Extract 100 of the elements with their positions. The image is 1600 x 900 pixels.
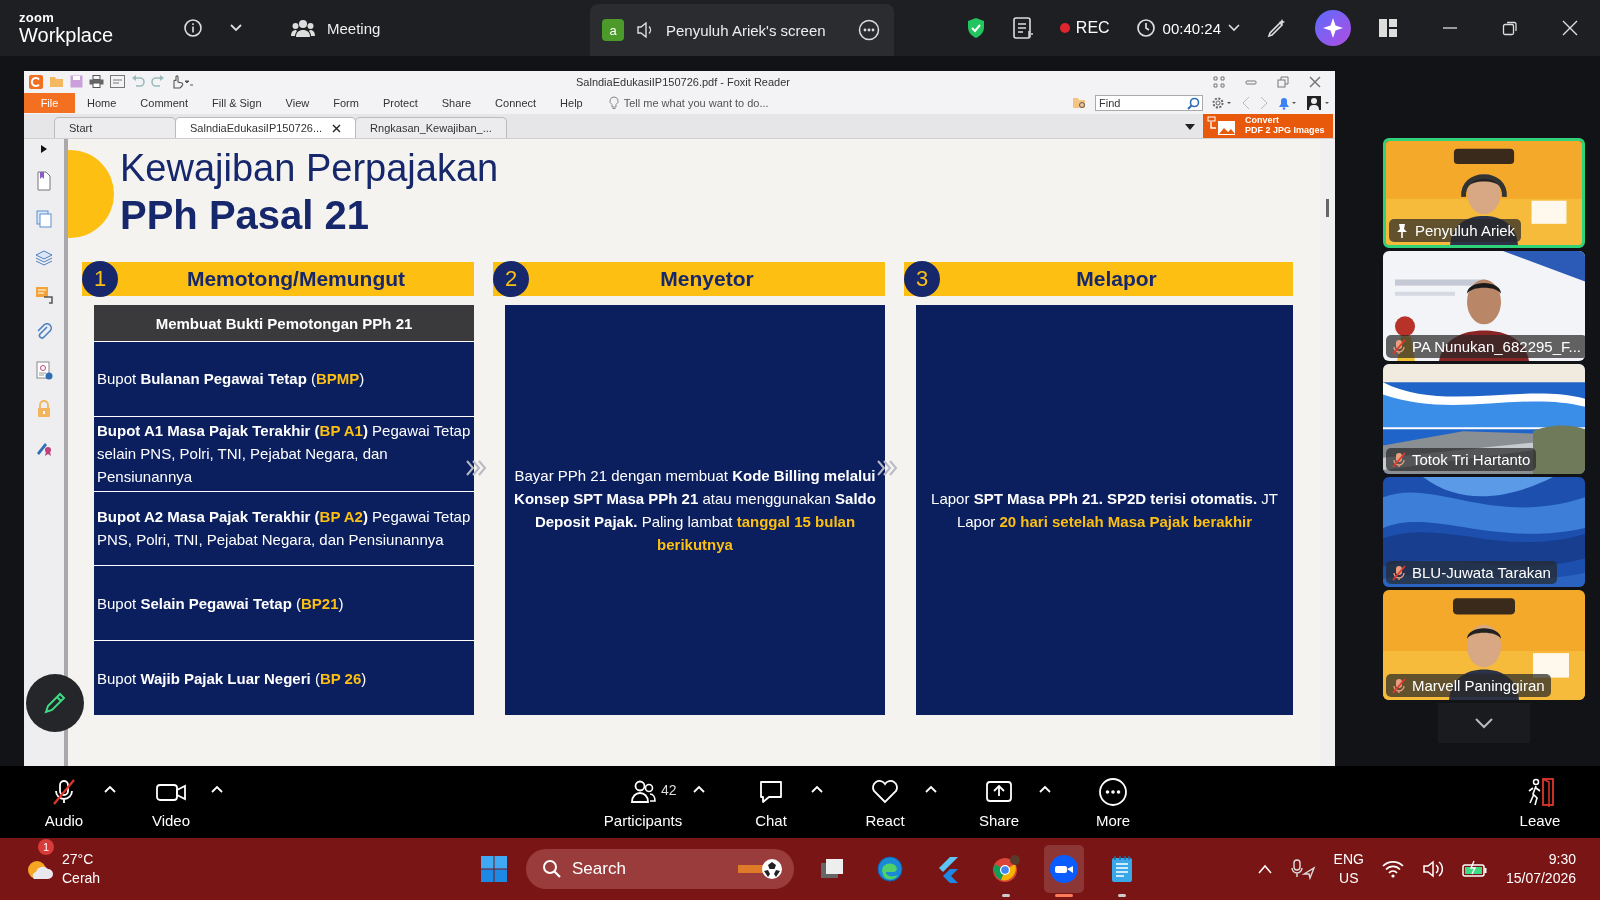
restore-icon[interactable]	[1502, 20, 1518, 36]
step-number: 2	[493, 261, 529, 297]
video-tile[interactable]: Penyuluh Ariek	[1383, 138, 1585, 248]
search-icon	[542, 859, 562, 879]
meeting-button[interactable]: Meeting	[291, 18, 381, 38]
bupot-item-text: Bupot A2 Masa Pajak Terakhir (BP A2) Pegawai Tetap PNS, Polri, TNI, Pejabat Negara, dan Pensiunannya	[97, 507, 471, 551]
step-title: Melapor	[1076, 267, 1157, 291]
slide-title: Kewajiban Perpajakan	[120, 146, 499, 191]
recording-indicator[interactable]: REC	[1059, 19, 1110, 37]
user-icon[interactable]	[1307, 96, 1331, 110]
window-icon[interactable]	[110, 75, 125, 88]
more-button[interactable]: More	[1073, 775, 1153, 829]
folder-search-icon[interactable]	[1072, 96, 1087, 110]
shield-icon[interactable]	[965, 17, 986, 39]
temperature[interactable]: 27°C	[62, 850, 101, 869]
find-field[interactable]: Find	[1095, 95, 1203, 111]
grid-icon[interactable]	[1213, 75, 1225, 88]
video-button[interactable]: Video	[131, 775, 211, 829]
search-icon[interactable]	[1187, 97, 1200, 110]
convert-button[interactable]: Convert PDF 2 JPG Images	[1203, 114, 1333, 138]
signature-icon[interactable]	[35, 361, 53, 381]
step-number: 3	[904, 261, 940, 297]
bupot-item-text: Bupot A1 Masa Pajak Terakhir (BP A1) Pegawai Tetap selain PNS, Polri, TNI, Pejabat Negara, dan Pensiunannya	[97, 421, 471, 488]
caret-icon[interactable]	[1185, 124, 1195, 130]
participant-name: BLU-Juwata Tarakan	[1386, 561, 1557, 584]
video-tile[interactable]: PA Nunukan_682295_F...	[1383, 251, 1585, 361]
video-tile[interactable]: BLU-Juwata Tarakan	[1383, 477, 1585, 587]
step-number: 1	[82, 261, 118, 297]
bupot-item-text: Bupot Bulanan Pegawai Tetap (BPMP)	[97, 369, 365, 390]
react-button[interactable]: React	[845, 775, 925, 829]
image-convert-icon	[1207, 116, 1237, 136]
menu-item[interactable]: Connect	[483, 93, 549, 113]
step-title: Menyetor	[660, 267, 754, 291]
document-tab[interactable]: Rngkasan_Kewajiban_...	[355, 117, 507, 138]
more-icon	[1098, 775, 1128, 808]
notification-badge: 1	[38, 839, 54, 855]
chevron-up-icon[interactable]	[1257, 864, 1272, 874]
print-icon[interactable]	[89, 75, 104, 88]
wifi-icon[interactable]	[1381, 860, 1404, 878]
participant-name: Penyuluh Ariek	[1389, 219, 1522, 242]
meeting-timer[interactable]: 00:40:24	[1135, 18, 1240, 38]
pencil-icon	[42, 690, 68, 716]
audio-button[interactable]: Audio	[24, 775, 104, 829]
chevrons-icon	[465, 459, 487, 477]
info-icon[interactable]	[183, 18, 203, 38]
share-button[interactable]: Share	[959, 775, 1039, 829]
bookmark-icon[interactable]	[35, 171, 53, 191]
hand-icon[interactable]	[171, 74, 193, 89]
layout-icon[interactable]	[1378, 18, 1398, 38]
close-icon[interactable]	[332, 123, 342, 133]
leave-button[interactable]: Leave	[1500, 775, 1580, 829]
menu-item[interactable]: Help	[548, 93, 595, 113]
language-indicator[interactable]: ENG US	[1333, 850, 1364, 888]
microphone-location-icon[interactable]	[1289, 858, 1316, 880]
menu-item[interactable]: Comment	[128, 93, 201, 113]
settings-icon[interactable]	[1211, 96, 1233, 110]
notes-icon[interactable]	[1011, 16, 1034, 40]
slide-subtitle: PPh Pasal 21	[120, 192, 371, 239]
menu-item[interactable]: Form	[321, 93, 371, 113]
menu-item[interactable]: Protect	[370, 93, 430, 113]
tell-me-field[interactable]: Tell me what you want to do...	[608, 96, 769, 110]
menu-item[interactable]: Fill & Sign	[200, 93, 274, 113]
window-title: SalndiaEdukasiIP150726.pdf - Foxit Reader	[576, 75, 790, 88]
scrollbar-thumb[interactable]	[1326, 199, 1329, 217]
share-label: Penyuluh Ariek's screen	[666, 21, 826, 39]
menu-item[interactable]: Home	[75, 93, 129, 113]
bupot-item-text: Bupot Selain Pegawai Tetap (BP21)	[97, 593, 344, 614]
ai-companion-icon[interactable]	[1314, 9, 1352, 47]
menu-item[interactable]: Share	[429, 93, 484, 113]
participant-count: 42	[661, 781, 677, 798]
battery-icon[interactable]	[1461, 860, 1488, 878]
clock-icon	[1135, 18, 1156, 38]
caret-icon[interactable]	[229, 23, 243, 33]
chat-button[interactable]: Chat	[731, 775, 811, 829]
expand-arrow-icon[interactable]	[41, 145, 47, 153]
document-tab[interactable]: SalndiaEdukasiIP150726...	[175, 117, 357, 138]
video-tile[interactable]: Totok Tri Hartanto	[1383, 364, 1585, 474]
start-icon[interactable]	[480, 855, 508, 883]
menu-item[interactable]: View	[273, 93, 322, 113]
participant-name: Marvell Paninggiran	[1386, 674, 1551, 697]
app-logo-icon	[29, 74, 43, 89]
soccer-ball-icon	[738, 857, 784, 881]
subheading-text: Membuat Bukti Pemotongan PPh 21	[155, 314, 413, 332]
weather-condition[interactable]: Cerah	[62, 869, 101, 888]
volume-icon[interactable]	[1421, 860, 1444, 878]
comment-icon[interactable]	[35, 285, 53, 305]
lightbulb-icon	[608, 96, 619, 110]
participant-name: PA Nunukan_682295_F...	[1386, 335, 1585, 358]
video-tile[interactable]: Marvell Paninggiran	[1383, 590, 1585, 700]
more-icon[interactable]	[858, 19, 880, 41]
chevron-down-icon	[1474, 717, 1494, 729]
participants-button[interactable]: 42 Participants	[593, 775, 693, 829]
clock[interactable]: 9:30 15/07/2026	[1505, 850, 1576, 888]
bell-icon[interactable]	[1277, 96, 1299, 110]
chevrons-icon	[876, 459, 898, 477]
screen-share-tab[interactable]: a Penyuluh Ariek's screen	[590, 4, 894, 56]
search-field[interactable]: Search	[526, 849, 794, 889]
step-description: Lapor SPT Masa PPh 21. SP2D terisi otomatis. JT Lapor 20 hari setelah Masa Pajak berakhir	[930, 489, 1279, 532]
document-tab[interactable]: Start	[54, 117, 176, 138]
step-description: Bayar PPh 21 dengan membuat Kode Billing melalui Konsep SPT Masa PPh 21 atau menggunakan Saldo Deposit Pajak. Paling lambat tanggal 15 bulan berikutnya	[513, 466, 877, 555]
